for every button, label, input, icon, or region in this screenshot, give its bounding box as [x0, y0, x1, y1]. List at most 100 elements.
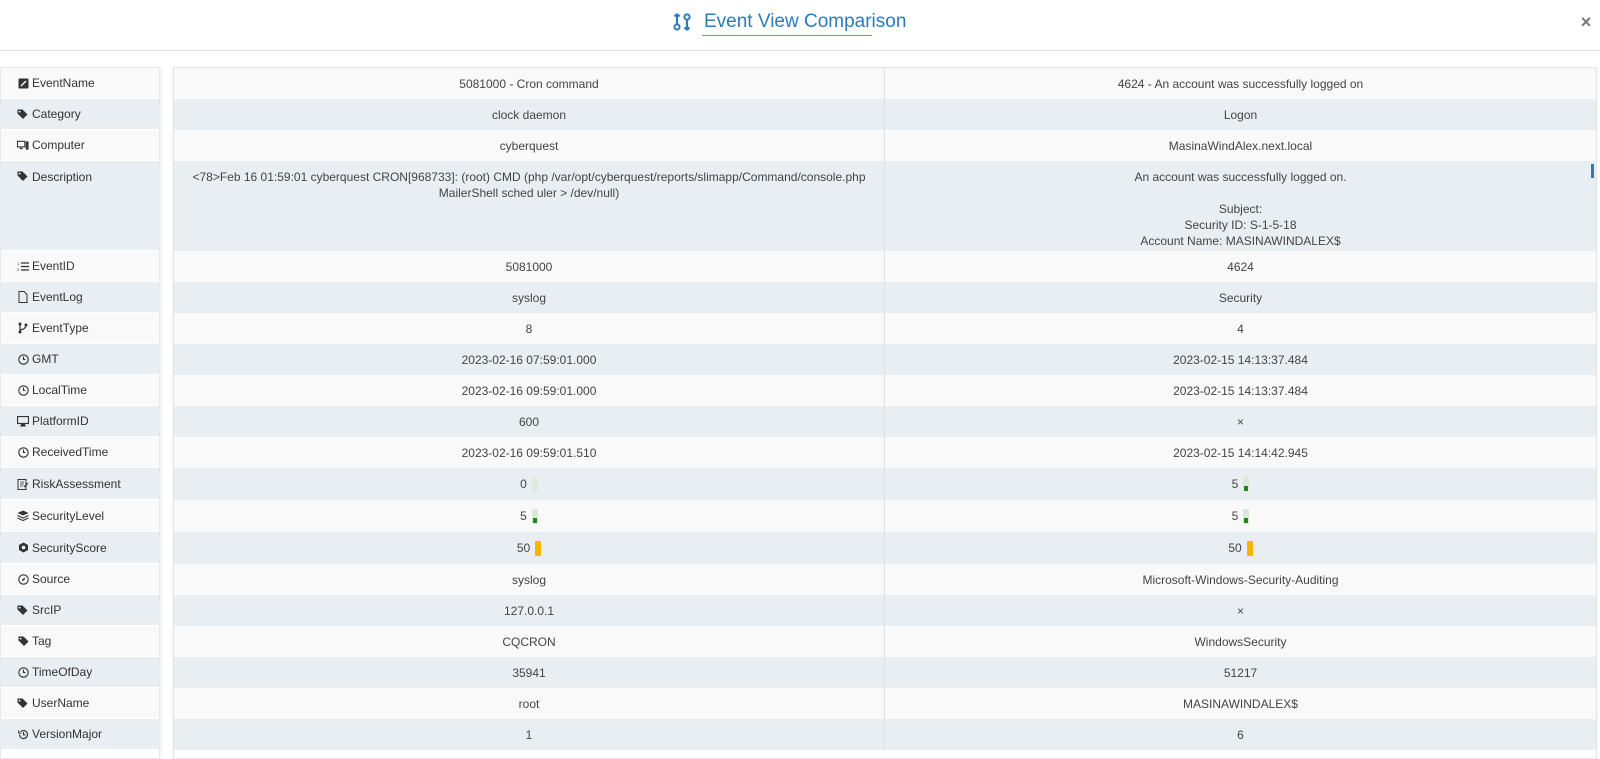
cell-right: Logon [885, 99, 1596, 130]
table-row: root MASINAWINDALEX$ [174, 688, 1596, 719]
table-row: 84 [174, 313, 1596, 344]
cell-right: 2023-02-15 14:13:37.484 [885, 344, 1596, 375]
cell-right: MasinaWindAlex.next.local [885, 130, 1596, 161]
clock-icon [17, 446, 29, 458]
svg-text:2: 2 [17, 267, 20, 272]
cell-left: 5 [174, 500, 885, 532]
branch-icon [17, 322, 29, 334]
label-row-localtime: LocalTime [1, 375, 159, 406]
label-row-riskassessment: RiskAssessment [1, 468, 159, 500]
cell-value: 2023-02-15 14:13:37.484 [1173, 384, 1308, 398]
title-underline [702, 35, 872, 36]
label-text: EventType [32, 321, 89, 335]
cell-value: 50 [516, 541, 531, 555]
cell-value: 600 [518, 415, 540, 429]
cell-left: 5081000 - Cron command [174, 68, 885, 99]
cell-value: 50 [1228, 541, 1242, 555]
label-row-securitylevel: SecurityLevel [1, 500, 159, 532]
cell-left: 2023-02-16 09:59:01.510 [174, 437, 885, 468]
cell-value: × [1236, 604, 1244, 618]
label-text: Tag [32, 634, 52, 648]
clock-icon [17, 666, 29, 678]
label-row-eventlog: EventLog [1, 282, 159, 313]
cell-left: clock daemon [174, 99, 885, 130]
table-row: 2023-02-16 07:59:01.000 2023-02-15 14:13:… [174, 344, 1596, 375]
table-row: 5081000 4624 [174, 251, 1596, 282]
cell-value: 4624 [1227, 260, 1254, 274]
scrollbar-thumb[interactable] [1591, 164, 1594, 178]
cell-right: 50 [885, 532, 1596, 564]
label-text: PlatformID [32, 414, 89, 428]
table-row: 600 × [174, 406, 1596, 437]
value-with-indicator: 50 [1228, 540, 1253, 556]
table-row: clock daemon Logon [174, 99, 1596, 130]
cell-left: 2023-02-16 09:59:01.000 [174, 375, 885, 406]
cell-left: <78>Feb 16 01:59:01 cyberquest CRON[9687… [174, 161, 885, 251]
label-text: LocalTime [32, 383, 87, 397]
cell-value: 5 [1231, 509, 1239, 523]
value-with-indicator: 0 [520, 476, 538, 492]
table-row: 35941 51217 [174, 657, 1596, 688]
clock-icon [17, 384, 29, 396]
label-row-securityscore: SecurityScore [1, 532, 159, 564]
cell-value: 5081000 [505, 260, 553, 274]
cell-value: 35941 [512, 666, 546, 680]
modal-header: Event View Comparison × [0, 0, 1600, 51]
clipboard-icon [17, 478, 29, 490]
cell-value: 4624 - An account was successfully logge… [1117, 77, 1364, 91]
label-text: UserName [32, 696, 90, 710]
cell-left: cyberquest [174, 130, 885, 161]
cell-right: 4624 - An account was successfully logge… [885, 68, 1596, 99]
cell-left: CQCRON [174, 626, 885, 657]
label-row-srcip: SrcIP [1, 595, 159, 626]
close-button[interactable]: × [1578, 12, 1594, 32]
table-row: 55 [174, 500, 1596, 532]
label-row-computer: Computer [1, 130, 159, 161]
cell-right: An account was successfully logged on. S… [885, 161, 1596, 251]
table-row: syslog Security [174, 282, 1596, 313]
label-row-eventname: EventName [1, 68, 159, 99]
level-bar-icon [531, 476, 538, 492]
cell-right: Microsoft-Windows-Security-Auditing [885, 564, 1596, 595]
cell-left: 127.0.0.1 [174, 595, 885, 626]
cell-right: 4 [885, 313, 1596, 344]
cell-left: 0 [174, 468, 885, 500]
cell-right: WindowsSecurity [885, 626, 1596, 657]
label-text: Description [32, 170, 93, 184]
level-bar-icon [531, 508, 538, 524]
cell-right: 6 [885, 719, 1596, 750]
value-with-indicator: 50 [516, 540, 542, 556]
level-bar-icon [1243, 476, 1250, 492]
label-row-eventid: 1 2 EventID [1, 251, 159, 282]
cell-right: Security [885, 282, 1596, 313]
label-text: ReceivedTime [32, 445, 109, 459]
modal-title: Event View Comparison [704, 11, 907, 32]
cell-value: WindowsSecurity [1194, 635, 1287, 649]
cell-left: 5081000 [174, 251, 885, 282]
table-row: syslog Microsoft-Windows-Security-Auditin… [174, 564, 1596, 595]
cell-left: 35941 [174, 657, 885, 688]
label-row-eventtype: EventType [1, 313, 159, 344]
file-icon [17, 291, 29, 303]
table-row: cyberquest MasinaWindAlex.next.local [174, 130, 1596, 161]
cell-left: 600 [174, 406, 885, 437]
label-text: RiskAssessment [32, 476, 121, 491]
cell-left: 2023-02-16 07:59:01.000 [174, 344, 885, 375]
cell-value: <78>Feb 16 01:59:01 cyberquest CRON[9687… [192, 170, 866, 200]
cell-value: 4 [1237, 322, 1244, 336]
label-row-category: Category [1, 99, 159, 130]
cell-value: 2023-02-15 14:13:37.484 [1173, 353, 1308, 367]
cell-left: 8 [174, 313, 885, 344]
hexagon-icon [17, 542, 29, 554]
label-row-source: Source [1, 564, 159, 595]
cell-value: 6 [1237, 728, 1244, 742]
label-text: TimeOfDay [32, 665, 93, 679]
computer-icon [17, 139, 29, 151]
cell-value: 2023-02-16 07:59:01.000 [461, 353, 597, 367]
label-text: SrcIP [32, 603, 62, 617]
label-row-platformid: PlatformID [1, 406, 159, 437]
cell-value: 51217 [1223, 666, 1258, 680]
cell-left: 1 [174, 719, 885, 750]
cell-value: 2023-02-16 09:59:01.510 [461, 446, 597, 460]
table-row: 2023-02-16 09:59:01.000 2023-02-15 14:13:… [174, 375, 1596, 406]
